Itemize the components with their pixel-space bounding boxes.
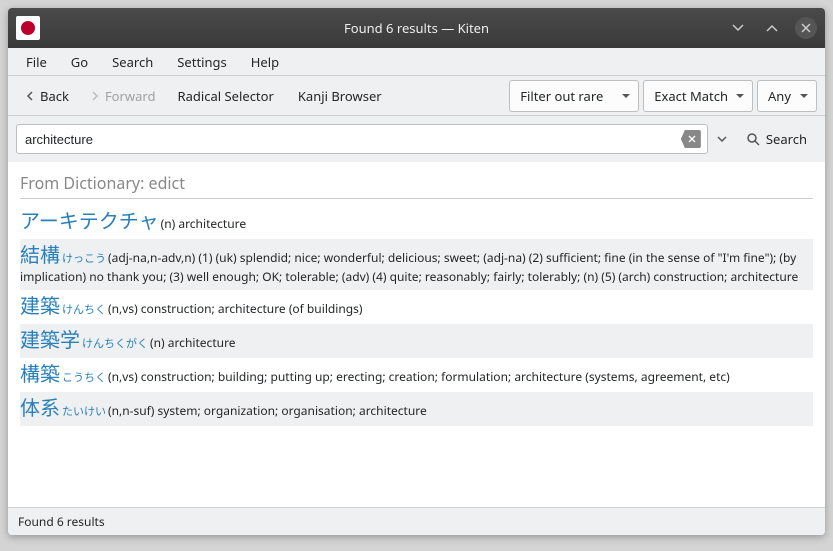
clear-search-button[interactable] bbox=[681, 130, 701, 148]
entry-word[interactable]: 構築 bbox=[20, 360, 60, 387]
toolbar: Back Forward Radical Selector Kanji Brow… bbox=[8, 76, 825, 116]
menubar: File Go Search Settings Help bbox=[8, 48, 825, 76]
search-button[interactable]: Search bbox=[736, 124, 817, 154]
chevron-right-icon bbox=[89, 90, 101, 102]
result-entry: 結構けっこう(adj-na,n-adv,n) (1) (uk) splendid… bbox=[20, 239, 813, 290]
entry-word[interactable]: 建築学 bbox=[20, 326, 80, 353]
menu-file[interactable]: File bbox=[14, 49, 59, 75]
result-entry: 体系たいけい(n,n-suf) system; organization; or… bbox=[20, 392, 813, 426]
searchbar: Search bbox=[8, 116, 825, 162]
result-entry: 建築けんちく(n,vs) construction; architecture … bbox=[20, 290, 813, 324]
type-dropdown[interactable]: Any bbox=[757, 80, 817, 112]
filter-dropdown[interactable]: Filter out rare bbox=[509, 80, 639, 112]
menu-search[interactable]: Search bbox=[100, 49, 165, 75]
chevron-down-icon bbox=[717, 134, 727, 144]
search-input-wrap bbox=[16, 124, 708, 154]
search-history-dropdown[interactable] bbox=[714, 134, 730, 144]
entry-reading[interactable]: こうちく bbox=[62, 370, 106, 385]
search-button-label: Search bbox=[766, 130, 807, 148]
result-entry: 構築こうちく(n,vs) construction; building; put… bbox=[20, 358, 813, 392]
result-entry: アーキテクチャ(n) architecture bbox=[20, 205, 813, 239]
kanji-browser-button[interactable]: Kanji Browser bbox=[288, 83, 392, 109]
menu-help[interactable]: Help bbox=[239, 49, 291, 75]
window-title: Found 6 results — Kiten bbox=[344, 19, 489, 37]
clear-icon bbox=[688, 135, 696, 143]
app-icon bbox=[16, 16, 40, 40]
entry-definition: (n) architecture bbox=[150, 334, 236, 351]
entry-reading[interactable]: けっこう bbox=[62, 251, 106, 266]
source-header: From Dictionary: edict bbox=[20, 168, 813, 199]
entry-reading[interactable]: たいけい bbox=[62, 404, 106, 419]
close-button[interactable] bbox=[795, 17, 817, 39]
statusbar: Found 6 results bbox=[8, 507, 825, 535]
result-entry: 建築学けんちくがく(n) architecture bbox=[20, 324, 813, 358]
entry-definition: (n,vs) construction; building; putting u… bbox=[108, 368, 730, 385]
app-window: Found 6 results — Kiten File Go Search S… bbox=[8, 8, 825, 535]
search-icon bbox=[746, 132, 760, 146]
forward-button: Forward bbox=[81, 83, 164, 109]
menu-settings[interactable]: Settings bbox=[165, 49, 238, 75]
back-button[interactable]: Back bbox=[16, 83, 77, 109]
search-input[interactable] bbox=[25, 132, 681, 147]
forward-label: Forward bbox=[105, 87, 156, 105]
entry-reading[interactable]: けんちくがく bbox=[82, 336, 148, 351]
titlebar: Found 6 results — Kiten bbox=[8, 8, 825, 48]
entry-word[interactable]: 結構 bbox=[20, 241, 60, 268]
maximize-button[interactable] bbox=[761, 17, 783, 39]
chevron-left-icon bbox=[24, 90, 36, 102]
entry-word[interactable]: 体系 bbox=[20, 394, 60, 421]
minimize-button[interactable] bbox=[727, 17, 749, 39]
entry-reading[interactable]: けんちく bbox=[62, 302, 106, 317]
back-label: Back bbox=[40, 87, 69, 105]
entry-definition: (n,vs) construction; architecture (of bu… bbox=[108, 300, 363, 317]
menu-go[interactable]: Go bbox=[59, 49, 100, 75]
results-pane: From Dictionary: edict アーキテクチャ(n) archit… bbox=[8, 162, 825, 507]
entry-definition: (n) architecture bbox=[161, 215, 247, 232]
entry-word[interactable]: アーキテクチャ bbox=[20, 207, 159, 234]
status-text: Found 6 results bbox=[18, 513, 105, 530]
match-dropdown[interactable]: Exact Match bbox=[643, 80, 753, 112]
entry-word[interactable]: 建築 bbox=[20, 292, 60, 319]
entry-definition: (n,n-suf) system; organization; organisa… bbox=[108, 402, 427, 419]
radical-selector-button[interactable]: Radical Selector bbox=[168, 83, 284, 109]
entry-definition: (adj-na,n-adv,n) (1) (uk) splendid; nice… bbox=[20, 249, 798, 285]
